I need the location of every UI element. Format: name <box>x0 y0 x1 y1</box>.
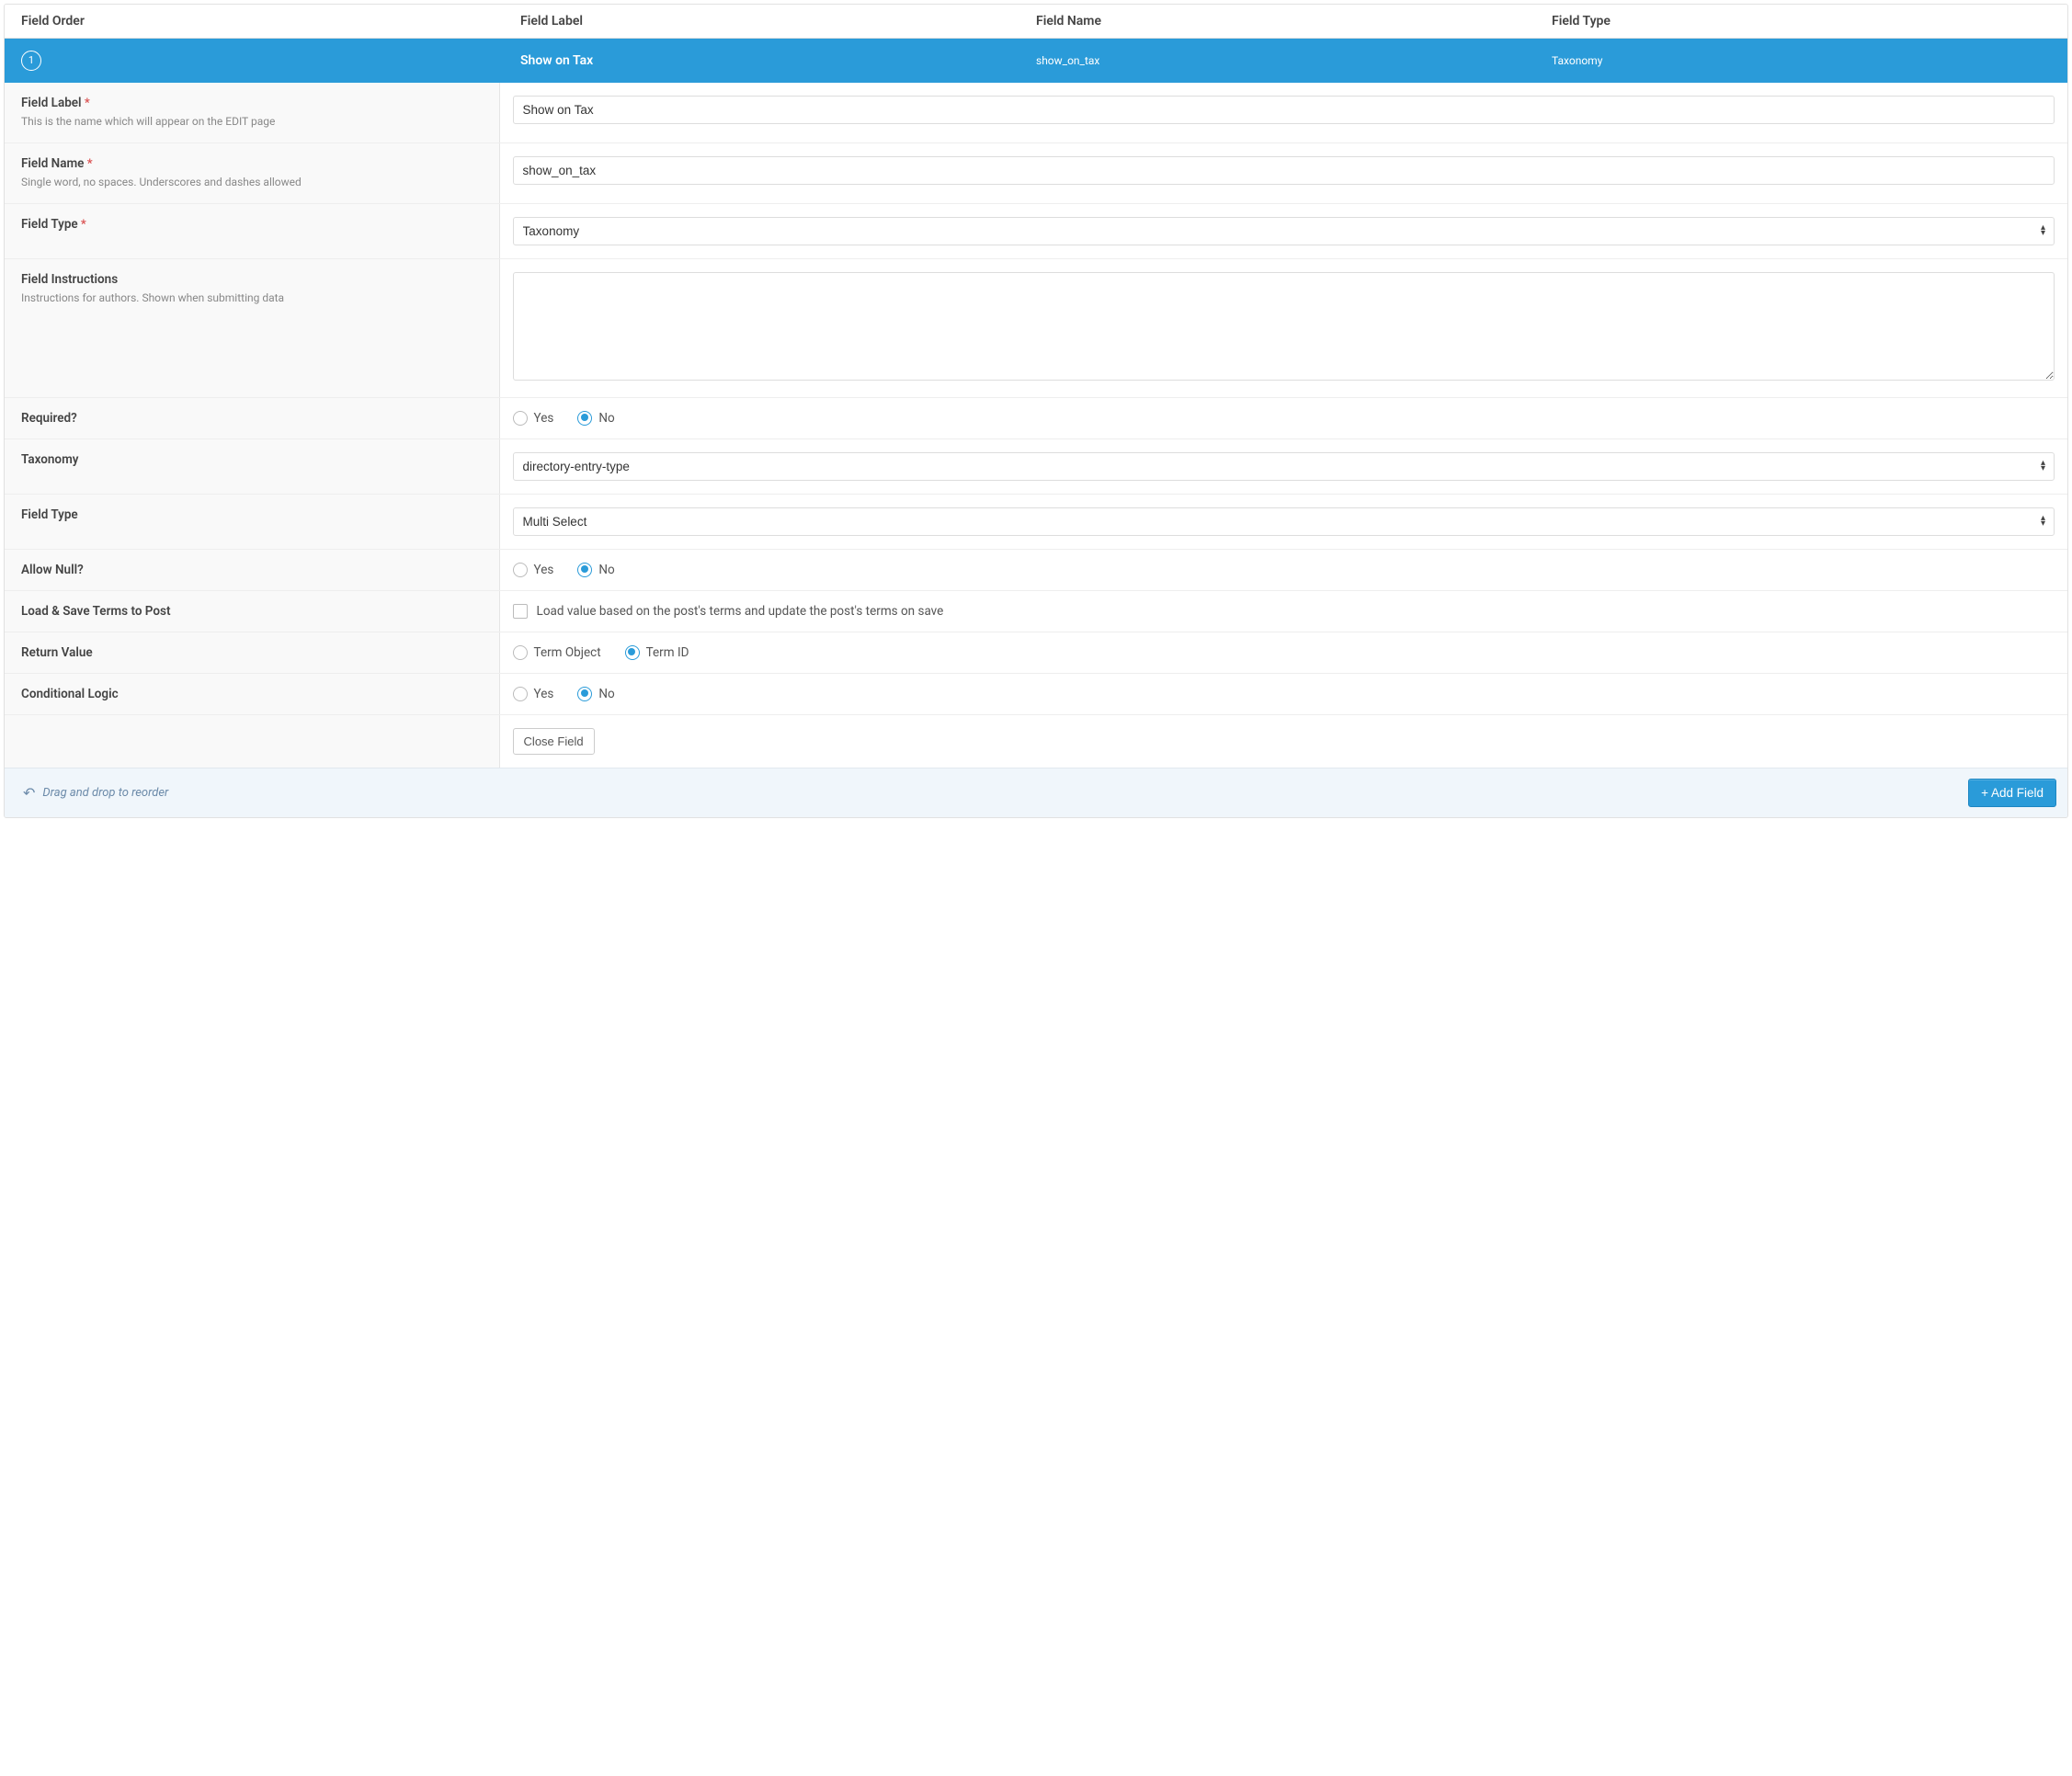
row-taxonomy: Taxonomy directory-entry-type ▴▾ <box>5 438 2067 494</box>
select-taxonomy[interactable]: directory-entry-type <box>513 452 2055 481</box>
label-field-name: Field Name <box>21 156 84 171</box>
label-return-value: Return Value <box>21 645 93 660</box>
row-instructions: Field Instructions Instructions for auth… <box>5 258 2067 397</box>
label-field-label: Field Label <box>21 96 82 110</box>
textarea-instructions[interactable] <box>513 272 2055 381</box>
label-field-type: Field Type <box>21 217 78 232</box>
header-name: Field Name <box>1036 14 1552 28</box>
required-mark: * <box>87 157 93 171</box>
radio-icon <box>513 687 528 701</box>
row-load-save: Load & Save Terms to Post Load value bas… <box>5 590 2067 632</box>
field-settings: Field Label * This is the name which wil… <box>5 83 2067 768</box>
radio-icon <box>577 563 592 577</box>
field-summary-bar[interactable]: 1 Show on Tax show_on_tax Taxonomy <box>5 39 2067 83</box>
required-mark: * <box>81 218 86 232</box>
column-headers: Field Order Field Label Field Name Field… <box>5 5 2067 39</box>
desc-field-label: This is the name which will appear on th… <box>21 114 483 130</box>
label-allow-null: Allow Null? <box>21 563 84 577</box>
radio-conditional-no[interactable]: No <box>577 687 614 701</box>
label-instructions: Field Instructions <box>21 272 118 287</box>
label-conditional-logic: Conditional Logic <box>21 687 119 701</box>
checkbox-icon <box>513 604 528 619</box>
add-field-button[interactable]: + Add Field <box>1968 779 2056 807</box>
row-allow-null: Allow Null? Yes No <box>5 549 2067 590</box>
radio-allow-null-yes[interactable]: Yes <box>513 563 554 577</box>
row-required: Required? Yes No <box>5 397 2067 438</box>
radio-icon <box>577 687 592 701</box>
panel-footer: ↶ Drag and drop to reorder + Add Field <box>5 768 2067 817</box>
label-load-save: Load & Save Terms to Post <box>21 604 171 619</box>
label-taxonomy: Taxonomy <box>21 452 79 467</box>
radio-icon <box>577 411 592 426</box>
row-conditional-logic: Conditional Logic Yes No <box>5 673 2067 714</box>
reorder-hint: ↶ Drag and drop to reorder <box>23 784 168 802</box>
radio-allow-null-no[interactable]: No <box>577 563 614 577</box>
radio-icon <box>625 645 640 660</box>
field-order-number: 1 <box>21 51 41 71</box>
field-summary-name: show_on_tax <box>1036 54 1552 67</box>
radio-icon <box>513 645 528 660</box>
radio-return-term-object[interactable]: Term Object <box>513 645 601 660</box>
select-select-field-type[interactable]: Multi Select <box>513 507 2055 536</box>
header-label: Field Label <box>520 14 1036 28</box>
radio-return-term-id[interactable]: Term ID <box>625 645 689 660</box>
header-type: Field Type <box>1552 14 2067 28</box>
label-required: Required? <box>21 411 77 426</box>
input-field-label[interactable] <box>513 96 2055 124</box>
row-close-field: Close Field <box>5 714 2067 768</box>
row-field-name: Field Name * Single word, no spaces. Und… <box>5 142 2067 203</box>
input-field-name[interactable] <box>513 156 2055 185</box>
required-mark: * <box>85 97 90 110</box>
field-editor-panel: Field Order Field Label Field Name Field… <box>4 4 2068 818</box>
close-field-button[interactable]: Close Field <box>513 728 595 755</box>
header-order: Field Order <box>5 14 520 28</box>
desc-field-name: Single word, no spaces. Underscores and … <box>21 175 483 190</box>
label-select-field-type: Field Type <box>21 507 78 522</box>
row-field-label: Field Label * This is the name which wil… <box>5 83 2067 142</box>
radio-icon <box>513 411 528 426</box>
radio-icon <box>513 563 528 577</box>
row-field-type: Field Type * Taxonomy ▴▾ <box>5 203 2067 258</box>
radio-required-yes[interactable]: Yes <box>513 411 554 426</box>
row-select-field-type: Field Type Multi Select ▴▾ <box>5 494 2067 549</box>
curved-arrow-icon: ↶ <box>23 784 35 802</box>
field-summary-label: Show on Tax <box>520 53 1036 68</box>
field-summary-type: Taxonomy <box>1552 54 2067 67</box>
row-return-value: Return Value Term Object Term ID <box>5 632 2067 673</box>
select-field-type[interactable]: Taxonomy <box>513 217 2055 245</box>
desc-instructions: Instructions for authors. Shown when sub… <box>21 290 483 306</box>
checkbox-load-save[interactable]: Load value based on the post's terms and… <box>513 604 2055 619</box>
radio-required-no[interactable]: No <box>577 411 614 426</box>
radio-conditional-yes[interactable]: Yes <box>513 687 554 701</box>
